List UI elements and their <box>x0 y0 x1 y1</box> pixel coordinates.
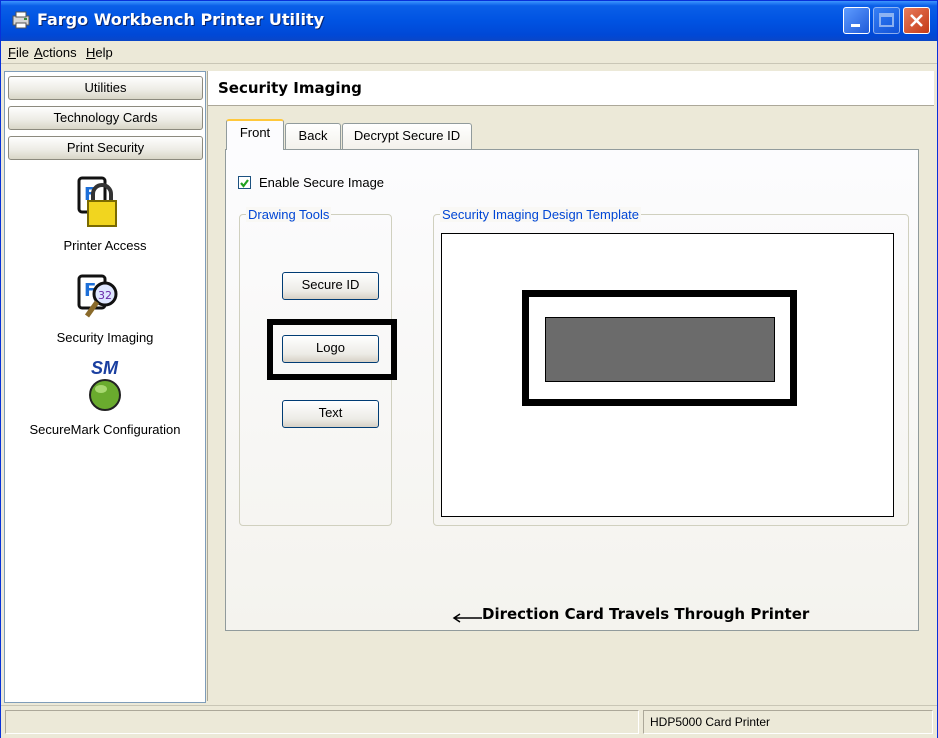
menu-bar: File Actions Help <box>1 41 937 64</box>
close-button[interactable] <box>903 7 930 34</box>
drawing-tools-group: Drawing Tools Secure ID Logo Text <box>239 207 397 526</box>
page-title: Security Imaging <box>218 79 362 97</box>
sidebar: Utilities Technology Cards Print Securit… <box>4 71 206 703</box>
menu-help[interactable]: Help <box>86 45 113 60</box>
securemark-badge: SM <box>91 358 118 378</box>
tab-decrypt-secure-id[interactable]: Decrypt Secure ID <box>342 123 472 149</box>
window-title: Fargo Workbench Printer Utility <box>37 10 325 29</box>
sidebar-item-label: SecureMark Configuration <box>29 422 181 437</box>
printer-app-icon <box>12 11 30 29</box>
status-bar: HDP5000 Card Printer <box>1 705 937 738</box>
enable-secure-image-label: Enable Secure Image <box>259 175 385 190</box>
category-utilities[interactable]: Utilities <box>8 76 203 100</box>
design-template-legend: Security Imaging Design Template <box>440 207 642 222</box>
menu-actions[interactable]: Actions <box>34 45 77 60</box>
maximize-icon <box>879 13 894 27</box>
drawing-tools-legend: Drawing Tools <box>246 207 332 222</box>
securemark-icon <box>89 379 121 411</box>
category-print-security[interactable]: Print Security <box>8 136 203 160</box>
left-arrow-icon <box>452 613 482 623</box>
secure-image-region[interactable] <box>545 317 775 382</box>
secure-id-button[interactable]: Secure ID <box>282 272 379 300</box>
app-window: Fargo Workbench Printer Utility File Act… <box>0 0 938 738</box>
tab-back[interactable]: Back <box>285 123 341 149</box>
text-button[interactable]: Text <box>282 400 379 428</box>
secure-image-frame[interactable] <box>522 290 797 406</box>
status-message <box>5 710 639 734</box>
svg-text:32: 32 <box>98 289 112 302</box>
card-template-canvas[interactable] <box>441 233 894 517</box>
lock-card-icon: F <box>77 176 117 227</box>
main-panel: Security Imaging Front Back Decrypt Secu… <box>207 71 934 701</box>
minimize-button[interactable] <box>843 7 870 34</box>
enable-secure-image-checkbox[interactable] <box>238 176 251 189</box>
tab-panel-front: Enable Secure Image Drawing Tools Secure… <box>225 149 919 631</box>
design-template-group: Security Imaging Design Template <box>433 207 909 526</box>
checkmark-icon <box>240 179 249 188</box>
direction-label: Direction Card Travels Through Printer <box>482 605 810 623</box>
sidebar-item-label: Printer Access <box>63 238 147 253</box>
menu-file[interactable]: File <box>8 45 29 60</box>
sidebar-item-label: Security Imaging <box>56 330 154 345</box>
page-header: Security Imaging <box>208 71 934 106</box>
minimize-icon <box>851 24 860 27</box>
tab-front[interactable]: Front <box>226 119 284 150</box>
logo-button[interactable]: Logo <box>282 335 379 363</box>
magnifier-card-icon: F 32 <box>77 274 118 318</box>
category-technology-cards[interactable]: Technology Cards <box>8 106 203 130</box>
status-printer: HDP5000 Card Printer <box>643 710 933 734</box>
maximize-button[interactable] <box>873 7 900 34</box>
title-bar[interactable]: Fargo Workbench Printer Utility <box>1 1 937 41</box>
close-icon <box>910 14 923 27</box>
